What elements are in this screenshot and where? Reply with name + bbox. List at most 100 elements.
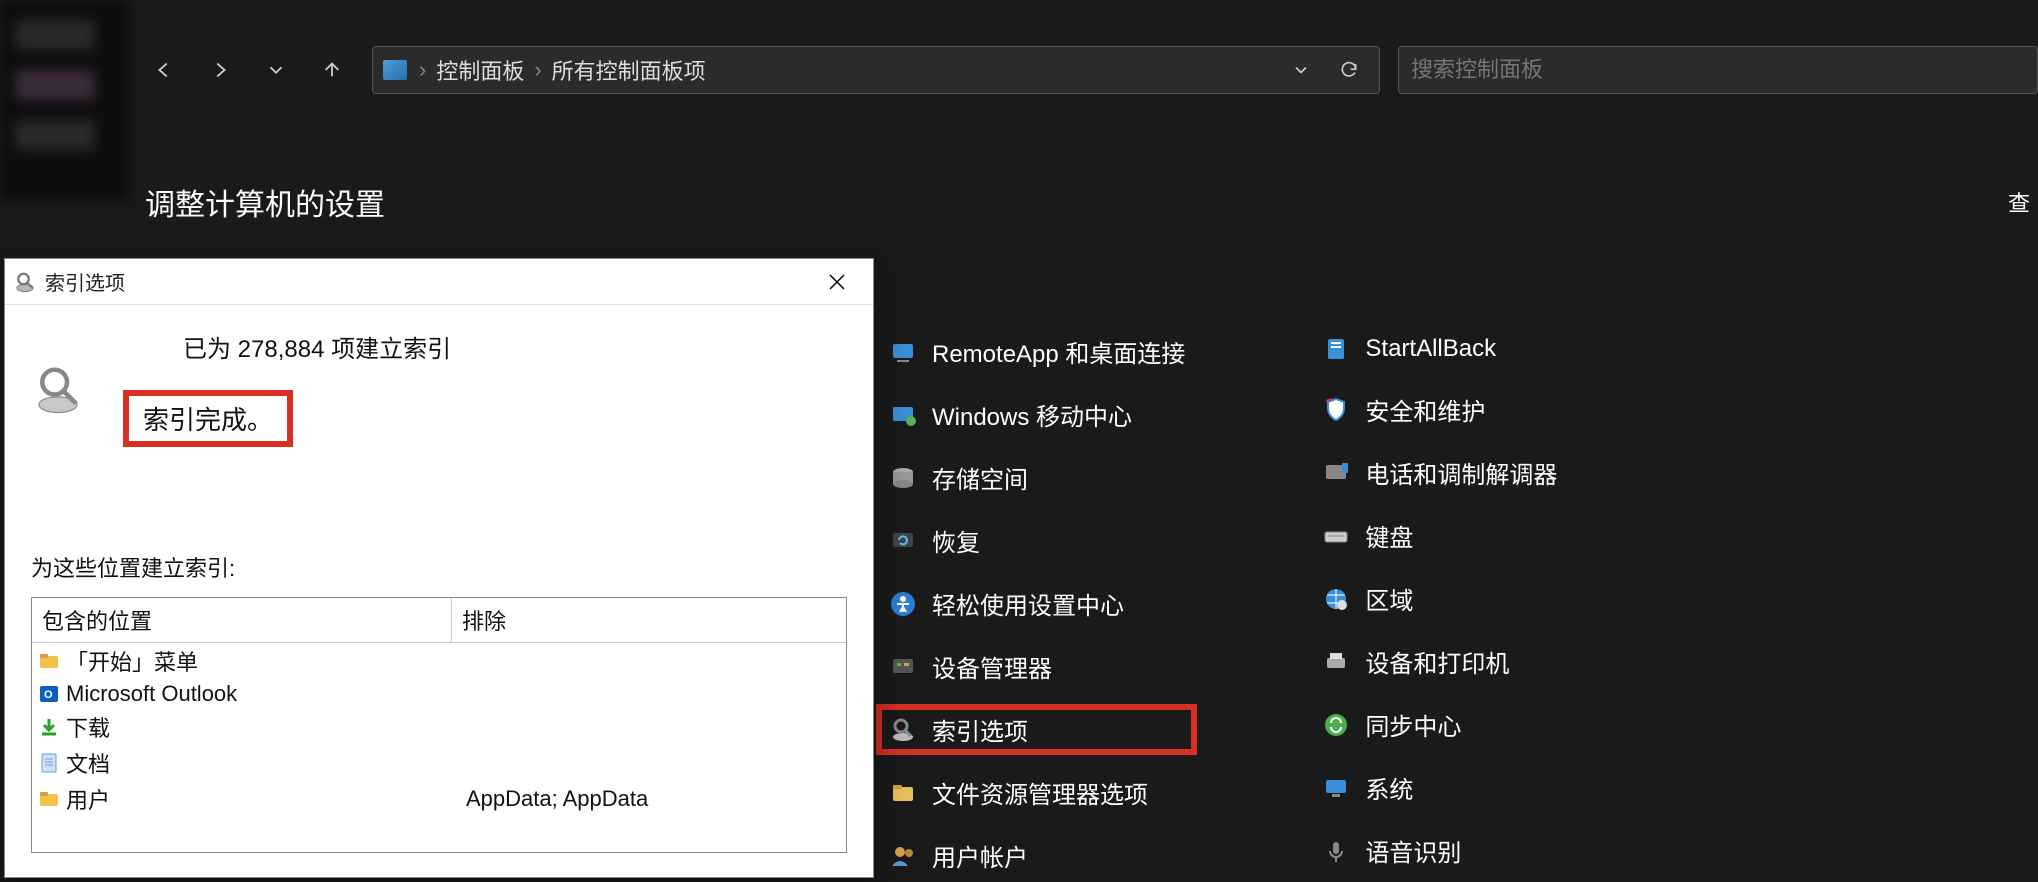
location-name: 文档 <box>66 747 110 779</box>
up-button[interactable] <box>308 46 356 94</box>
cp-item-label: 存储空间 <box>932 460 1028 495</box>
mobility-icon <box>888 400 918 430</box>
speech-icon <box>1321 836 1351 866</box>
svg-text:O: O <box>44 689 53 701</box>
location-name: 「开始」菜单 <box>66 645 198 677</box>
desktop-blur <box>0 0 130 200</box>
doc-icon <box>38 752 60 774</box>
view-label[interactable]: 查 <box>2008 186 2038 218</box>
cp-item-explorer-opt[interactable]: 文件资源管理器选项 <box>880 771 1193 814</box>
cp-item-label: 键盘 <box>1365 518 1413 553</box>
refresh-button[interactable] <box>1329 50 1369 90</box>
back-button[interactable] <box>140 46 188 94</box>
devmgr-icon <box>888 652 918 682</box>
indexed-count: 已为 278,884 项建立索引 <box>123 329 451 364</box>
remoteapp-icon <box>888 337 918 367</box>
magnifier-drive-icon <box>13 270 37 294</box>
cp-item-label: 文件资源管理器选项 <box>932 775 1148 810</box>
startallback-icon <box>1321 334 1351 364</box>
search-input[interactable] <box>1398 46 2038 94</box>
locations-table: 包含的位置 排除 「开始」菜单 O Microsoft Outlook下载文档用户 A… <box>31 597 847 853</box>
table-row[interactable]: 「开始」菜单 <box>32 643 846 679</box>
chevron-right-icon: › <box>534 57 541 83</box>
cp-item-label: 电话和调制解调器 <box>1365 455 1557 490</box>
cp-item-security[interactable]: 安全和维护 <box>1313 388 1565 431</box>
indexing-options-dialog: 索引选项 已为 278,884 项建立索引 索引完成。 为这些位置建立索引: 包… <box>4 258 874 878</box>
breadcrumb-part[interactable]: 控制面板 <box>436 54 524 86</box>
cp-item-devices-printers[interactable]: 设备和打印机 <box>1313 640 1565 683</box>
control-panel-grid: RemoteApp 和桌面连接 Windows 移动中心存储空间恢复轻松使用设置中… <box>880 330 1565 877</box>
folder-icon <box>38 788 60 810</box>
table-row[interactable]: 下载 <box>32 709 846 745</box>
cp-item-label: 同步中心 <box>1365 707 1461 742</box>
cp-item-sync-center[interactable]: 同步中心 <box>1313 703 1565 746</box>
system-icon <box>1321 773 1351 803</box>
cp-item-label: 区域 <box>1365 581 1413 616</box>
cp-item-label: StartAllBack <box>1365 335 1496 363</box>
cp-item-label: 用户帐户 <box>932 838 1028 873</box>
recent-dropdown[interactable] <box>252 46 300 94</box>
cp-item-storage[interactable]: 存储空间 <box>880 456 1193 499</box>
page-header: 调整计算机的设置 查 <box>145 180 2038 224</box>
address-history-dropdown[interactable] <box>1281 50 1321 90</box>
control-panel-icon <box>383 60 407 80</box>
table-row[interactable]: 用户 AppData; AppData <box>32 781 846 817</box>
indexopt-icon <box>888 715 918 745</box>
col-included[interactable]: 包含的位置 <box>32 598 452 642</box>
address-bar[interactable]: › 控制面板 › 所有控制面板项 <box>372 46 1380 94</box>
cp-item-recovery[interactable]: 恢复 <box>880 519 1193 562</box>
breadcrumb: › 控制面板 › 所有控制面板项 <box>415 54 706 86</box>
keyboard-icon <box>1321 521 1351 551</box>
cp-item-indexopt[interactable]: 索引选项 <box>880 708 1193 751</box>
cp-item-label: 轻松使用设置中心 <box>932 586 1124 621</box>
phone-modem-icon <box>1321 458 1351 488</box>
cp-item-remoteapp[interactable]: RemoteApp 和桌面连接 <box>880 330 1193 373</box>
folder-icon <box>38 650 60 672</box>
recovery-icon <box>888 526 918 556</box>
page-title: 调整计算机的设置 <box>145 180 385 224</box>
table-row[interactable]: O Microsoft Outlook <box>32 679 846 709</box>
cp-item-mobility[interactable]: Windows 移动中心 <box>880 393 1193 436</box>
explorer-topbar: › 控制面板 › 所有控制面板项 <box>130 42 2038 98</box>
cp-item-startallback[interactable]: StartAllBack <box>1313 330 1565 368</box>
useracct-icon <box>888 841 918 871</box>
outlook-icon: O <box>38 683 60 705</box>
location-excluded: AppData; AppData <box>456 786 840 812</box>
location-name: 用户 <box>66 783 110 815</box>
cp-item-label: 设备管理器 <box>932 649 1052 684</box>
cp-item-keyboard[interactable]: 键盘 <box>1313 514 1565 557</box>
cp-item-label: 安全和维护 <box>1365 392 1485 427</box>
cp-item-region[interactable]: 区域 <box>1313 577 1565 620</box>
ease-icon <box>888 589 918 619</box>
storage-icon <box>888 463 918 493</box>
explorer-opt-icon <box>888 778 918 808</box>
cp-item-label: 系统 <box>1365 770 1413 805</box>
sync-center-icon <box>1321 710 1351 740</box>
index-complete-status: 索引完成。 <box>123 390 293 447</box>
cp-item-phone-modem[interactable]: 电话和调制解调器 <box>1313 451 1565 494</box>
index-status: 已为 278,884 项建立索引 索引完成。 <box>31 329 847 447</box>
cp-item-label: 语音识别 <box>1365 833 1461 868</box>
locations-label: 为这些位置建立索引: <box>31 551 847 583</box>
breadcrumb-part[interactable]: 所有控制面板项 <box>552 54 706 86</box>
region-icon <box>1321 584 1351 614</box>
magnifier-drive-icon <box>31 363 85 417</box>
cp-item-ease[interactable]: 轻松使用设置中心 <box>880 582 1193 625</box>
cp-item-system[interactable]: 系统 <box>1313 766 1565 809</box>
cp-item-speech[interactable]: 语音识别 <box>1313 829 1565 872</box>
dialog-title: 索引选项 <box>45 267 125 296</box>
col-excluded[interactable]: 排除 <box>452 598 846 642</box>
location-name: Microsoft Outlook <box>66 681 237 707</box>
dialog-titlebar: 索引选项 <box>5 259 873 305</box>
forward-button[interactable] <box>196 46 244 94</box>
cp-item-useracct[interactable]: 用户帐户 <box>880 834 1193 877</box>
cp-item-label: 设备和打印机 <box>1365 644 1509 679</box>
chevron-right-icon: › <box>419 57 426 83</box>
cp-item-devmgr[interactable]: 设备管理器 <box>880 645 1193 688</box>
security-icon <box>1321 395 1351 425</box>
table-row[interactable]: 文档 <box>32 745 846 781</box>
cp-item-label: 索引选项 <box>932 712 1028 747</box>
devices-printers-icon <box>1321 647 1351 677</box>
cp-item-label: Windows 移动中心 <box>932 397 1132 432</box>
close-button[interactable] <box>809 262 865 302</box>
